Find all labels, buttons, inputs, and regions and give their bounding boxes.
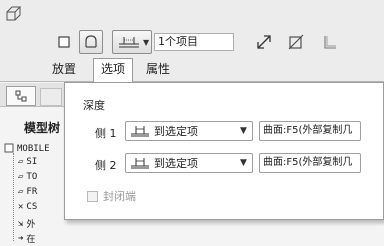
options-panel: 深度 侧 1 到选定项 ▼ 曲面:F5(外部复制几 侧 2 到选定项 ▼ 曲面:… xyxy=(64,82,384,220)
tree-item-label: FR xyxy=(26,187,38,197)
surface-button[interactable] xyxy=(79,30,103,54)
side2-reference-field[interactable]: 曲面:F5(外部复制几 xyxy=(259,153,361,173)
tab-properties[interactable]: 属性 xyxy=(140,60,176,80)
tab-placement[interactable]: 放置 xyxy=(46,60,82,80)
tree-root-label: MOBILE xyxy=(17,143,50,154)
surface-icon xyxy=(85,35,97,48)
chevron-down-icon: ▼ xyxy=(240,158,247,168)
side1-depth-value: 到选定项 xyxy=(154,125,198,138)
side2-depth-select[interactable]: 到选定项 ▼ xyxy=(125,153,253,173)
tree-item[interactable]: ▱ TO xyxy=(18,172,37,182)
tree-item[interactable]: ➜ 在 xyxy=(18,232,36,246)
tab-options[interactable]: 选项 xyxy=(93,58,134,82)
capped-ends-checkbox[interactable] xyxy=(87,190,98,202)
extrude-feature-icon xyxy=(6,6,22,21)
thicken-icon xyxy=(324,36,336,49)
depth-option-dropdown[interactable]: ▼ xyxy=(112,30,152,54)
side2-depth-value: 到选定项 xyxy=(154,157,198,170)
solid-icon xyxy=(58,36,70,48)
flip-direction-button[interactable] xyxy=(252,30,276,54)
insert-here-arrow-icon: ➜ xyxy=(18,233,24,244)
flip-direction-icon xyxy=(257,35,271,49)
solid-button[interactable] xyxy=(52,30,76,54)
reference-collector[interactable]: 1个项目 xyxy=(154,33,234,51)
tree-item[interactable]: ▱ SI xyxy=(18,157,37,167)
depth-label: 深度 xyxy=(83,99,105,112)
tree-item-label: CS xyxy=(26,202,38,212)
up-to-selected-icon xyxy=(131,126,149,137)
datum-plane-icon: ▱ xyxy=(18,172,24,182)
tree-item-label: 在 xyxy=(26,235,36,245)
side1-depth-select[interactable]: 到选定项 ▼ xyxy=(125,121,253,141)
side1-reference-field[interactable]: 曲面:F5(外部复制几 xyxy=(259,121,361,141)
up-to-selected-icon xyxy=(131,158,149,169)
depth-option-icon xyxy=(119,37,139,48)
side1-label: 侧 1 xyxy=(95,127,117,140)
chevron-down-icon: ▼ xyxy=(240,126,247,136)
layer-tree-tab[interactable] xyxy=(40,88,62,106)
tree-item[interactable]: ⇲ 外 xyxy=(18,217,36,231)
capped-ends-label: 封闭端 xyxy=(103,190,136,203)
thicken-button[interactable] xyxy=(318,30,342,54)
remove-material-button[interactable] xyxy=(284,30,308,54)
tree-item-label: SI xyxy=(26,157,38,167)
tree-item-label: TO xyxy=(26,172,38,182)
chevron-down-icon: ▼ xyxy=(143,37,150,47)
coordinate-system-icon: ✕ xyxy=(18,202,24,212)
capped-ends-option[interactable]: 封闭端 xyxy=(87,188,136,204)
tree-item[interactable]: ✕ CS xyxy=(18,202,37,212)
remove-material-icon xyxy=(288,34,304,50)
model-tree-title: 模型树 xyxy=(24,121,61,135)
tree-root[interactable]: MOBILE xyxy=(4,143,50,154)
datum-plane-icon: ▱ xyxy=(18,187,24,197)
tree-item[interactable]: ▱ FR xyxy=(18,187,37,197)
model-tree-tab[interactable] xyxy=(6,86,36,106)
side2-label: 侧 2 xyxy=(95,159,117,172)
external-copy-icon: ⇲ xyxy=(18,218,24,229)
datum-plane-icon: ▱ xyxy=(18,157,24,167)
tree-item-label: 外 xyxy=(26,220,36,230)
tree-icon xyxy=(15,90,27,102)
